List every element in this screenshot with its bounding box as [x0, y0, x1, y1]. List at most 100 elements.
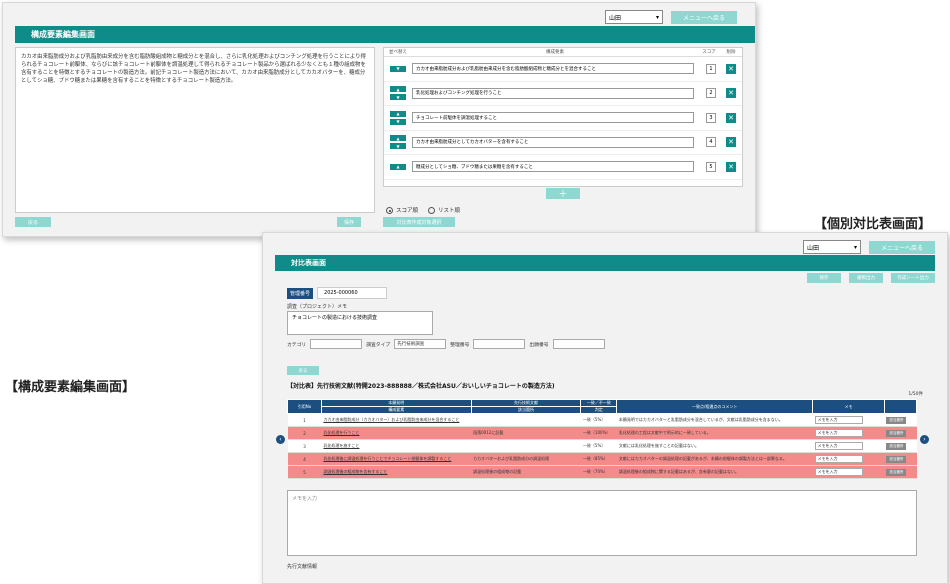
app-input[interactable] [552, 339, 605, 349]
next-arrow-icon[interactable]: › [920, 435, 929, 444]
menu-return-button[interactable]: メニューへ戻る [869, 240, 935, 254]
row-element[interactable]: 乳化処理後に調温処理を行うことでチョコレート前駆体を調製すること [321, 452, 472, 466]
group-match: 一致／不一致 [580, 399, 618, 407]
move-down-icon[interactable]: ▼ [390, 65, 406, 72]
duplicate-output-button[interactable]: 複製出力 [849, 273, 883, 283]
move-up-icon[interactable]: ▲ [390, 135, 406, 142]
management-value: 2025-000060 [317, 287, 388, 299]
score-input[interactable]: 4 [706, 137, 716, 148]
row-element[interactable]: 乳化処理を行うこと [321, 426, 472, 440]
element-input[interactable]: チョコレート前駆体を調温処理すること [412, 112, 694, 124]
row-no: 2 [287, 426, 322, 440]
row-memo-input[interactable]: メモを入力 [814, 455, 863, 463]
element-input[interactable]: 乳化処理およびコンチング処理を行うこと [412, 87, 694, 99]
move-up-icon[interactable]: ▲ [390, 163, 406, 170]
row-passage-button[interactable]: 該当箇所 [886, 416, 907, 424]
project-memo-input[interactable]: チョコレートの製造における技術調査 [287, 311, 433, 335]
move-up-icon[interactable]: ▲ [390, 110, 406, 117]
row-passage-button[interactable]: 該当箇所 [886, 455, 907, 463]
user-select[interactable]: 山田 ▾ [803, 240, 861, 254]
element-row: ▼ カカオ由来脂肪成分および乳脂肪由来成分を含む脂肪酸組成物と糖成分とを混合する… [384, 57, 742, 82]
row-no: 5 [287, 465, 322, 479]
row-element[interactable]: 調温処理後の組成物を含有すること [321, 465, 472, 479]
element-input[interactable]: カカオ由来脂肪成分としてカカオバターを含有すること [412, 136, 694, 148]
elements-panel: 並べ替え 構成要素 スコア 削除 ▼ カカオ由来脂肪成分および乳脂肪由来成分を含… [383, 47, 743, 187]
row-comment: 乳化処理の工程は文献中で明示的に一致している。 [616, 426, 813, 440]
row-no: 3 [287, 439, 322, 453]
radio-list-order[interactable]: リスト順 [428, 206, 460, 214]
meta-fields: カテゴリ 調査タイプ 先行技術調査 整理番号 出願番号 [287, 339, 605, 349]
row-passage-button[interactable]: 該当箇所 [886, 429, 907, 437]
row-passage: 段落0012に記載 [471, 426, 581, 440]
management-number: 管理番号 2025-000060 [287, 287, 388, 299]
col-delete: 削除 [726, 50, 736, 55]
table-row: 3 乳化処理を施すこと 一致（5%） 文献には乳化処理を施すことの記載はない。 … [287, 439, 917, 453]
group-prior: 先行技術文献 [470, 399, 582, 407]
add-element-button[interactable]: ＋ [546, 188, 580, 200]
row-judge: 一致（5%） [580, 413, 617, 427]
project-memo-label: 調査（プロジェクト）メモ [287, 304, 348, 310]
component-edit-window: 山田 ▾ メニューへ戻る 構成要素編集画面 カカオ由来脂肪成分および乳脂肪由来成分… [2, 2, 756, 237]
score-input[interactable]: 5 [706, 161, 716, 172]
type-label: 調査タイプ [366, 342, 391, 348]
ref-input[interactable] [473, 339, 526, 349]
group-target: 本願発明 [320, 399, 472, 407]
management-label: 管理番号 [287, 287, 314, 299]
col-comment: 一致点/相違点のコメント [616, 399, 814, 414]
row-element[interactable]: 乳化処理を施すこと [321, 439, 472, 453]
user-select[interactable]: 山田 ▾ [605, 10, 663, 24]
row-memo-input[interactable]: メモを入力 [814, 468, 863, 476]
row-memo-input[interactable]: メモを入力 [814, 442, 863, 450]
score-input[interactable]: 1 [706, 63, 716, 74]
create-table-button[interactable]: 対比表作成対象選択 [383, 217, 455, 227]
score-input[interactable]: 2 [706, 88, 716, 99]
claim-text-panel[interactable]: カカオ由来脂肪成分および乳脂肪由来成分を含む脂肪酸組成物と糖成分とを混合し、さら… [15, 47, 375, 213]
delete-icon[interactable]: ✕ [726, 161, 736, 172]
comparison-window: 山田 ▾ メニューへ戻る 対比表画面 保存 複製出力 作成シート出力 管理番号 2… [262, 232, 948, 584]
row-comment: 文献には乳化処理を施すことの記載はない。 [616, 439, 813, 453]
menu-return-button[interactable]: メニューへ戻る [671, 10, 737, 24]
edit-topbar: 山田 ▾ メニューへ戻る [605, 10, 737, 24]
comparison-memo-input[interactable]: メモを入力 [287, 490, 917, 556]
delete-icon[interactable]: ✕ [726, 137, 736, 148]
radio-list-label: リスト順 [438, 208, 461, 214]
radio-empty-icon [428, 207, 436, 214]
comparison-table: 引用No 本願発明 先行技術文献 一致／不一致 一致点/相違点のコメント メモ … [287, 399, 918, 479]
element-input[interactable]: 糖成分としてショ糖、ブドウ糖または果糖を含有すること [412, 161, 694, 173]
element-row: ▲ ▼ 乳化処理およびコンチング処理を行うこと 2 ✕ [384, 82, 742, 106]
row-memo-input[interactable]: メモを入力 [814, 429, 863, 437]
type-input[interactable]: 先行技術調査 [394, 339, 447, 349]
delete-icon[interactable]: ✕ [726, 88, 736, 99]
save-button[interactable]: 保存 [807, 273, 841, 283]
row-passage-button[interactable]: 該当箇所 [886, 442, 907, 450]
category-input[interactable] [310, 339, 363, 349]
row-passage-button[interactable]: 該当箇所 [886, 468, 907, 476]
row-comment: 調温処理後の組成物に関する記載はあるが、含有量の記載はない。 [616, 465, 813, 479]
back-button[interactable]: 戻る [287, 366, 319, 375]
previous-arrow-icon[interactable]: ‹ [276, 435, 285, 444]
delete-icon[interactable]: ✕ [726, 63, 736, 74]
move-down-icon[interactable]: ▼ [390, 118, 406, 125]
move-up-icon[interactable]: ▲ [390, 86, 406, 93]
col-element: 構成要素 [546, 50, 564, 55]
page-title: 構成要素編集画面 [15, 26, 755, 43]
table-row: 4 乳化処理後に調温処理を行うことでチョコレート前駆体を調製すること カカオバタ… [287, 452, 917, 466]
save-button[interactable]: 保存 [337, 217, 361, 227]
move-down-icon[interactable]: ▼ [390, 143, 406, 150]
row-element[interactable]: カカオ由来脂肪成分（カカオバター）および乳脂肪由来成分を混合すること [321, 413, 472, 427]
move-down-icon[interactable]: ▼ [390, 94, 406, 101]
row-no: 1 [287, 413, 322, 427]
table-title: 【対比表】先行技術文献(特開2023-888888／株式会社ASU／おいしいチョ… [287, 383, 555, 390]
row-judge: 一致（70%） [580, 465, 617, 479]
element-input[interactable]: カカオ由来脂肪成分および乳脂肪由来成分を含む脂肪酸組成物と糖成分とを混合すること [412, 63, 694, 75]
chevron-down-icon: ▾ [853, 243, 857, 251]
radio-score-order[interactable]: スコア順 [386, 206, 418, 214]
score-input[interactable]: 3 [706, 112, 716, 123]
category-label: カテゴリ [287, 342, 307, 348]
row-passage [471, 439, 581, 453]
delete-icon[interactable]: ✕ [726, 112, 736, 123]
row-memo-input[interactable]: メモを入力 [814, 416, 863, 424]
export-sheet-button[interactable]: 作成シート出力 [891, 273, 935, 283]
back-button[interactable]: 戻る [15, 217, 51, 227]
row-passage: 調温処理後の組成物の記載 [471, 465, 581, 479]
